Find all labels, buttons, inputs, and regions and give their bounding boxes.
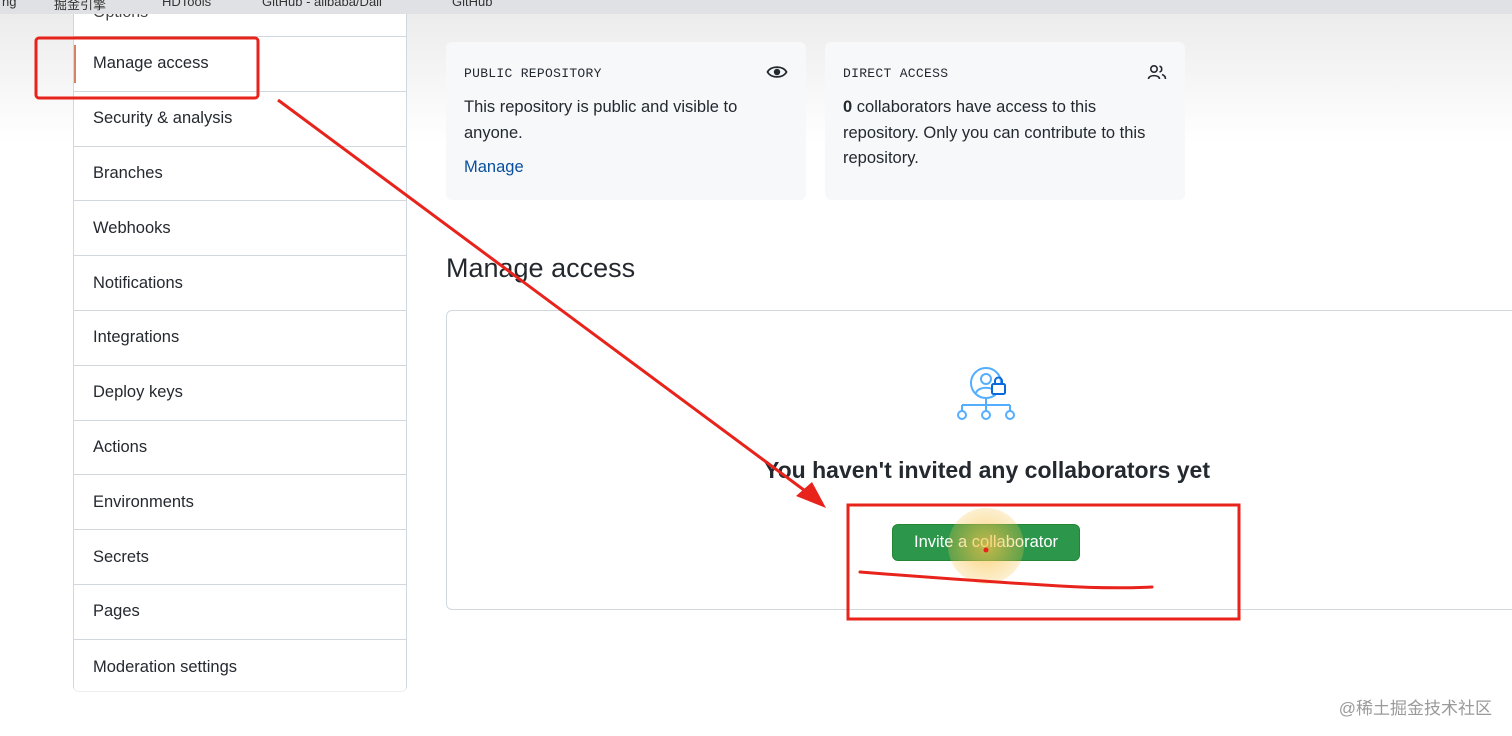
page-title: Manage access <box>446 253 636 283</box>
watermark: @稀土掘金技术社区 <box>1338 699 1492 718</box>
sidebar-item-label: Secrets <box>93 547 149 566</box>
sidebar-item-label: Environments <box>93 492 194 511</box>
sidebar-item-label: Webhooks <box>93 218 171 237</box>
bookmarks-bar: ng 掘金引擎 HDTools GitHub - alibaba/Dali Gi… <box>0 0 1512 14</box>
sidebar-item-manage-access[interactable]: Manage access <box>74 37 406 92</box>
direct-access-description: collaborators have access to this reposi… <box>843 98 1146 167</box>
sidebar-item-moderation-settings[interactable]: Moderation settings <box>74 639 406 695</box>
sidebar-item-label: Deploy keys <box>93 383 183 402</box>
sidebar-item-deploy-keys[interactable]: Deploy keys <box>74 365 406 421</box>
card-text: This repository is public and visible to… <box>464 98 738 142</box>
sidebar-item-label: Manage access <box>93 54 209 73</box>
sidebar-item-notifications[interactable]: Notifications <box>74 256 406 311</box>
direct-access-card: DIRECT ACCESS 0 collaborators have acces… <box>825 42 1185 200</box>
settings-sidebar: Options Manage access Security & analysi… <box>73 14 407 695</box>
sidebar-item-pages[interactable]: Pages <box>74 584 406 640</box>
card-label: DIRECT ACCESS <box>843 66 949 81</box>
sidebar-item-label: Pages <box>93 602 140 621</box>
manage-visibility-link[interactable]: Manage <box>464 158 524 177</box>
bookmark-item[interactable]: ng <box>2 0 16 9</box>
bookmark-item[interactable]: HDTools <box>162 0 211 9</box>
sidebar-item-options[interactable]: Options <box>74 14 406 37</box>
sidebar-item-environments[interactable]: Environments <box>74 475 406 531</box>
sidebar-item-label: Branches <box>93 163 163 182</box>
card-label: PUBLIC REPOSITORY <box>464 66 602 81</box>
collaborator-count: 0 <box>843 98 853 116</box>
public-repository-card: PUBLIC REPOSITORY This repository is pub… <box>446 42 806 200</box>
people-icon <box>1147 64 1167 85</box>
collaborators-blankslate: You haven't invited any collaborators ye… <box>446 310 1512 610</box>
sidebar-item-label: Actions <box>93 437 148 456</box>
sidebar-item-actions[interactable]: Actions <box>74 420 406 476</box>
sidebar-item-label: Notifications <box>93 273 183 292</box>
eye-icon <box>766 64 788 85</box>
blankslate-title: You haven't invited any collaborators ye… <box>764 457 1210 483</box>
card-text: 0 collaborators have access to this repo… <box>843 95 1167 172</box>
sidebar-item-label: Security & analysis <box>93 109 233 128</box>
sidebar-item-security-analysis[interactable]: Security & analysis <box>74 91 406 147</box>
sidebar-item-webhooks[interactable]: Webhooks <box>74 201 406 257</box>
sidebar-item-label: Moderation settings <box>93 657 237 676</box>
person-lock-icon <box>955 363 1021 428</box>
bookmark-item[interactable]: GitHub - alibaba/Dali <box>262 0 382 9</box>
bookmark-item[interactable]: 掘金引擎 <box>54 0 106 13</box>
sidebar-item-branches[interactable]: Branches <box>74 146 406 202</box>
sidebar-item-secrets[interactable]: Secrets <box>74 530 406 585</box>
sidebar-item-integrations[interactable]: Integrations <box>74 310 406 366</box>
invite-collaborator-button[interactable]: Invite a collaborator <box>892 524 1080 561</box>
bookmark-item[interactable]: GitHub <box>452 0 492 9</box>
sidebar-item-label: Integrations <box>93 328 180 347</box>
sidebar-item-label: Options <box>93 14 148 22</box>
